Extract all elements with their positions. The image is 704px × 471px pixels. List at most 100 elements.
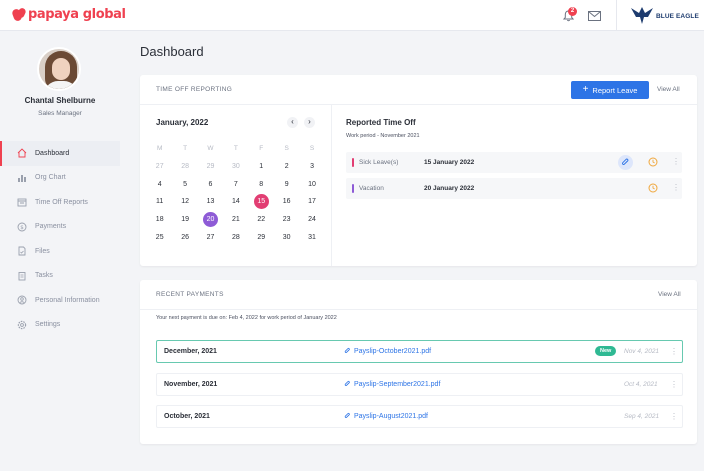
reported-time-off-title: Reported Time Off — [346, 118, 416, 127]
sidebar-item-label: Files — [35, 247, 50, 255]
payment-month: October, 2021 — [164, 413, 210, 420]
person-icon — [17, 295, 27, 305]
calendar-day[interactable]: 25 — [147, 228, 172, 246]
report-leave-button[interactable]: + Report Leave — [571, 81, 649, 99]
calendar-day[interactable]: 3 — [299, 158, 324, 176]
calendar-day[interactable]: 1 — [249, 158, 274, 176]
time-off-section-title: TIME OFF REPORTING — [156, 86, 233, 93]
sidebar-item-personal-information[interactable]: Personal Information — [0, 288, 120, 313]
sidebar-item-label: Dashboard — [35, 149, 70, 157]
calendar-day[interactable]: 26 — [172, 228, 197, 246]
payments-card-header: RECENT PAYMENTS View All — [140, 280, 697, 310]
calendar-day[interactable]: 23 — [274, 211, 299, 229]
more-options-icon[interactable]: ⋮ — [670, 348, 678, 356]
calendar-day[interactable]: 9 — [274, 175, 299, 193]
sidebar: Chantal Shelburne Sales Manager Dashboar… — [0, 31, 120, 471]
calendar-day[interactable]: 24 — [299, 211, 324, 229]
more-options-icon[interactable]: ⋮ — [670, 381, 678, 389]
papaya-logo[interactable]: papaya global — [12, 7, 126, 22]
more-options-icon[interactable]: ⋮ — [670, 413, 678, 421]
calendar-day[interactable]: 6 — [198, 175, 223, 193]
avatar[interactable] — [37, 47, 81, 91]
paperclip-icon — [344, 412, 350, 418]
sidebar-item-settings[interactable]: Settings — [0, 313, 120, 338]
clock-icon[interactable] — [648, 183, 658, 195]
calendar-grid: M T W T F S S 27 28 29 30 1 2 3 4 5 6 7 8 9 10 11 12 13 14 15 16 17… — [147, 140, 316, 246]
calendar-day[interactable]: 27 — [147, 158, 172, 176]
more-options-icon[interactable]: ⋮ — [672, 158, 680, 166]
attachment-icon[interactable] — [618, 155, 633, 170]
calendar-prev-button[interactable]: ‹ — [287, 117, 298, 128]
calendar-day[interactable]: 2 — [274, 158, 299, 176]
clock-icon[interactable] — [648, 157, 658, 169]
calendar-day[interactable]: 20 — [198, 211, 223, 229]
sidebar-item-time-off-reports[interactable]: Time Off Reports — [0, 190, 120, 215]
calendar-day[interactable]: 29 — [249, 228, 274, 246]
top-bar: papaya global 2 BLUE EAGLE — [0, 0, 704, 31]
sidebar-item-org-chart[interactable]: Org Chart — [0, 166, 120, 191]
calendar-day[interactable]: 14 — [223, 193, 248, 211]
payment-date: Nov 4, 2021 — [624, 348, 660, 355]
calendar-day[interactable]: 5 — [172, 175, 197, 193]
calendar-weekday-label: T — [233, 145, 238, 153]
sidebar-item-dashboard[interactable]: Dashboard — [0, 141, 120, 166]
calendar-day[interactable]: 17 — [299, 193, 324, 211]
org-chart-icon — [17, 173, 27, 183]
leave-entry-row[interactable]: Sick Leave(s) 15 January 2022 ⋮ — [346, 152, 682, 173]
file-icon — [17, 246, 27, 256]
sidebar-item-tasks[interactable]: Tasks — [0, 264, 120, 289]
sidebar-item-label: Org Chart — [35, 174, 66, 182]
payment-row[interactable]: November, 2021 Payslip-September2021.pdf… — [156, 373, 683, 396]
leave-entry-row[interactable]: Vacation 20 January 2022 ⋮ — [346, 178, 682, 199]
header-divider — [616, 0, 617, 31]
sidebar-item-files[interactable]: Files — [0, 239, 120, 264]
calendar-day[interactable]: 7 — [223, 175, 248, 193]
payments-view-all-link[interactable]: View All — [658, 291, 681, 298]
calendar-day[interactable]: 15 — [249, 193, 274, 211]
calendar-day[interactable]: 22 — [249, 211, 274, 229]
calendar-day[interactable]: 11 — [147, 193, 172, 211]
calendar-day[interactable]: 28 — [172, 158, 197, 176]
calendar-day[interactable]: 30 — [274, 228, 299, 246]
calendar-day[interactable]: 27 — [198, 228, 223, 246]
payslip-link[interactable]: Payslip-October2021.pdf — [344, 347, 431, 355]
calendar-day[interactable]: 18 — [147, 211, 172, 229]
calendar-day[interactable]: 30 — [223, 158, 248, 176]
calendar-day[interactable]: 16 — [274, 193, 299, 211]
payslip-filename: Payslip-October2021.pdf — [354, 347, 432, 355]
calendar-day[interactable]: 29 — [198, 158, 223, 176]
more-options-icon[interactable]: ⋮ — [672, 184, 680, 192]
calendar-day[interactable]: 31 — [299, 228, 324, 246]
paperclip-icon — [344, 380, 350, 386]
time-off-view-all-link[interactable]: View All — [657, 86, 680, 93]
eagle-logo-icon — [630, 5, 654, 27]
calendar-day[interactable]: 8 — [249, 175, 274, 193]
calendar-day[interactable]: 13 — [198, 193, 223, 211]
payment-row[interactable]: December, 2021 Payslip-October2021.pdf N… — [156, 340, 683, 363]
payslip-link[interactable]: Payslip-August2021.pdf — [344, 412, 428, 420]
user-role: Sales Manager — [38, 110, 82, 117]
sidebar-item-payments[interactable]: $ Payments — [0, 215, 120, 240]
calendar-day[interactable]: 21 — [223, 211, 248, 229]
calendar-weekday-label: F — [259, 145, 264, 153]
sidebar-item-label: Settings — [35, 321, 61, 329]
calendar-weekday-label: T — [183, 145, 188, 153]
sidebar-item-label: Payments — [35, 223, 67, 231]
report-leave-label: Report Leave — [592, 85, 638, 95]
sidebar-nav: Dashboard Org Chart Time Off Reports $ P… — [0, 141, 120, 337]
company-switcher[interactable]: BLUE EAGLE — [630, 5, 699, 27]
payment-row[interactable]: October, 2021 Payslip-August2021.pdf Sep… — [156, 405, 683, 428]
time-off-card: TIME OFF REPORTING + Report Leave View A… — [140, 75, 697, 266]
calendar-day[interactable]: 10 — [299, 175, 324, 193]
calendar-weekday-label: S — [284, 145, 289, 153]
calendar-next-button[interactable]: › — [304, 117, 315, 128]
payslip-link[interactable]: Payslip-September2021.pdf — [344, 380, 440, 388]
calendar-day[interactable]: 19 — [172, 211, 197, 229]
calendar-day[interactable]: 4 — [147, 175, 172, 193]
gear-icon — [17, 320, 27, 330]
calendar-day[interactable]: 12 — [172, 193, 197, 211]
mail-icon[interactable] — [588, 11, 601, 23]
calendar-day[interactable]: 28 — [223, 228, 248, 246]
payments-section-title: RECENT PAYMENTS — [156, 291, 224, 298]
payment-date: Oct 4, 2021 — [624, 381, 658, 388]
